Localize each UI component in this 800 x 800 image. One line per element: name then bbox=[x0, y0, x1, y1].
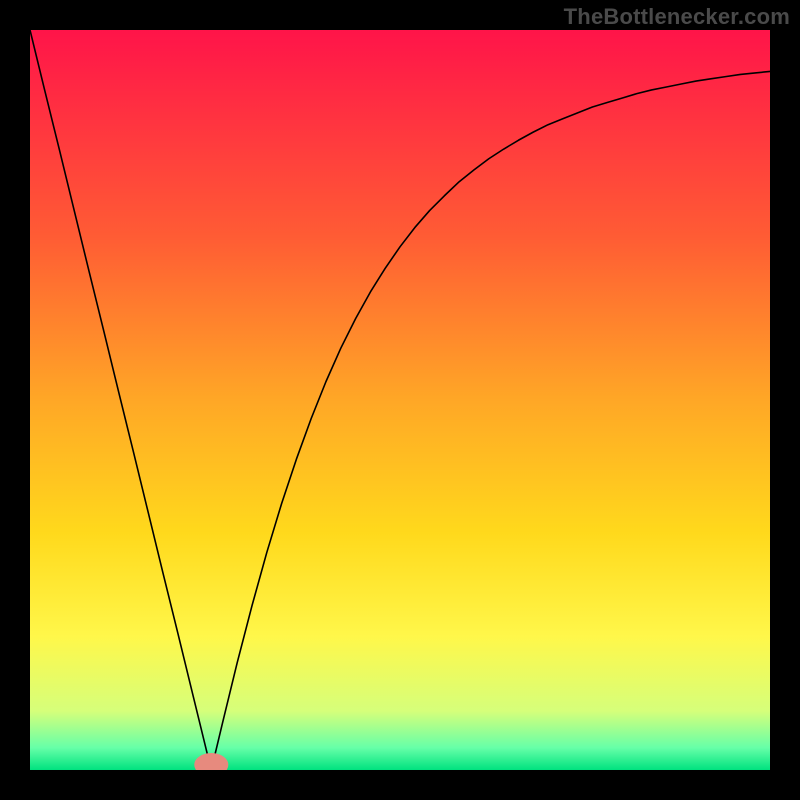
chart-svg bbox=[30, 30, 770, 770]
chart-background bbox=[30, 30, 770, 770]
chart-frame: TheBottlenecker.com bbox=[0, 0, 800, 800]
watermark-text: TheBottlenecker.com bbox=[564, 4, 790, 30]
chart-plot-area bbox=[30, 30, 770, 770]
